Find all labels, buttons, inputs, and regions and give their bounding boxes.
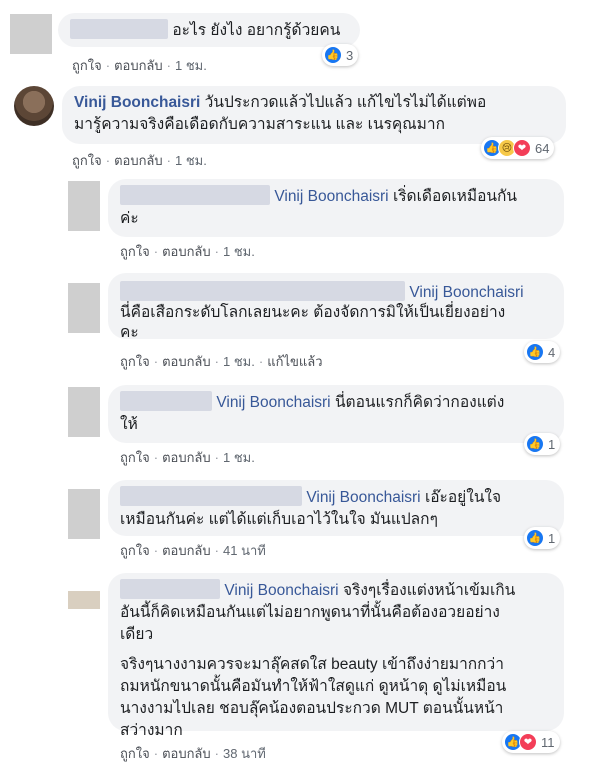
reaction-count: 11 [541,734,555,750]
avatar[interactable] [10,14,52,54]
reply-link[interactable]: ตอบกลับ [162,746,211,761]
reply-link[interactable]: ตอบกลับ [162,450,211,465]
avatar[interactable] [68,283,100,333]
reaction-summary[interactable]: 👍 😢 ❤ 64 [481,137,555,159]
mention-link[interactable]: Vinij Boonchaisri [306,489,420,506]
like-link[interactable]: ถูกใจ [120,543,150,558]
reply-text-line: จริงๆนางงามควรจะมาลุ๊คสดใส beauty เข้าถึ… [120,656,504,673]
reply-bubble: Vinij Boonchaisri เริ่ดเดือดเหมือนกัน ค่… [108,179,564,237]
like-link[interactable]: ถูกใจ [72,58,102,73]
reaction-summary[interactable]: 👍 1 [524,433,561,455]
reply-text-line: สว่างมาก [120,722,183,739]
reply-text-line: เอ๊ะอยู่ในใจ [424,489,502,506]
reply-link[interactable]: ตอบกลับ [162,354,211,369]
redacted-author [70,19,168,39]
reaction-count: 1 [548,436,556,452]
reply-actions: ถูกใจ · ตอบกลับ · 1 ชม. [120,244,255,259]
reply-link[interactable]: ตอบกลับ [162,543,211,558]
love-icon: ❤ [519,733,537,751]
reply-link[interactable]: ตอบกลับ [114,58,163,73]
reply-text-line: นี่คือเสือกระดับโลกเลยนะคะ ต้องจัดการมิใ… [120,304,506,321]
reply-text-line: เริ่ดเดือดเหมือนกัน [392,188,517,205]
redacted-author [120,391,212,411]
love-icon: ❤ [513,139,531,157]
timestamp[interactable]: 1 ชม. [175,58,207,73]
reply-actions: ถูกใจ · ตอบกลับ · 38 นาที [120,746,266,761]
mention-link[interactable]: Vinij Boonchaisri [224,582,338,599]
avatar[interactable] [14,86,54,126]
like-link[interactable]: ถูกใจ [120,244,150,259]
redacted-author [120,281,405,301]
like-icon: 👍 [526,343,544,361]
avatar[interactable] [68,181,100,231]
like-icon: 👍 [526,435,544,453]
reply-text-line: เดียว [120,626,154,643]
redacted-author [120,486,302,506]
reply-bubble: Vinij Boonchaisri เอ๊ะอยู่ในใจ เหมือนกัน… [108,480,564,536]
reaction-count: 3 [346,47,354,63]
redacted-author [120,185,270,205]
timestamp[interactable]: 1 ชม. [223,354,255,369]
comment-bubble: อะไร ยังไง อยากรู้ด้วยคน [58,13,360,47]
reply-text-line: เหมือนกันค่ะ แต่ได้แต่เก็บเอาไว้ในใจ มัน… [120,511,438,528]
timestamp[interactable]: 38 นาที [223,746,266,761]
avatar[interactable] [68,591,100,609]
reply-bubble: Vinij Boonchaisri นี่คือเสือกระดับโลกเลย… [108,273,564,341]
reply-text-line: ให้ [120,416,138,433]
reaction-summary[interactable]: 👍 1 [524,527,561,549]
mention-link[interactable]: Vinij Boonchaisri [274,188,388,205]
reply-actions: ถูกใจ · ตอบกลับ · 1 ชม. [120,450,255,465]
reply-bubble: Vinij Boonchaisri นี่ตอนแรกก็คิดว่ากองแต… [108,385,564,443]
reply-text-line: จริงๆเรื่องแต่งหน้าเข้มเกิน [342,582,516,599]
like-link[interactable]: ถูกใจ [120,354,150,369]
timestamp[interactable]: 1 ชม. [223,244,255,259]
comment-author[interactable]: Vinij Boonchaisri [74,94,200,111]
like-link[interactable]: ถูกใจ [120,746,150,761]
edited-link[interactable]: แก้ไขแล้ว [267,354,322,369]
comment-bubble: Vinij Boonchaisri วันประกวดแล้วไปแล้ว แก… [62,86,566,144]
comment-text-line: มารู้ความจริงคือเดือดกับความสาระแน และ เ… [74,116,445,133]
comment-actions: ถูกใจ · ตอบกลับ · 1 ชม. [72,58,207,73]
reply-link[interactable]: ตอบกลับ [114,153,163,168]
reaction-count: 4 [548,344,556,360]
reply-link[interactable]: ตอบกลับ [162,244,211,259]
reaction-count: 1 [548,530,556,546]
mention-link[interactable]: Vinij Boonchaisri [216,394,330,411]
avatar[interactable] [68,387,100,437]
reaction-count: 64 [535,140,550,156]
like-link[interactable]: ถูกใจ [120,450,150,465]
reply-text-line: นี่ตอนแรกก็คิดว่ากองแต่ง [334,394,505,411]
timestamp[interactable]: 1 ชม. [175,153,207,168]
reaction-summary[interactable]: 👍 ❤ 11 [502,731,560,753]
like-icon: 👍 [526,529,544,547]
comment-actions: ถูกใจ · ตอบกลับ · 1 ชม. [72,153,207,168]
reply-actions: ถูกใจ · ตอบกลับ · 41 นาที [120,543,266,558]
reaction-summary[interactable]: 👍 3 [322,44,359,66]
reply-text-line: คะ [120,324,139,341]
timestamp[interactable]: 1 ชม. [223,450,255,465]
mention-link[interactable]: Vinij Boonchaisri [409,284,523,301]
reply-actions: ถูกใจ · ตอบกลับ · 1 ชม. · แก้ไขแล้ว [120,354,323,369]
timestamp[interactable]: 41 นาที [223,543,266,558]
like-icon: 👍 [324,46,342,64]
comment-text-line: วันประกวดแล้วไปแล้ว แก้ไขไรไม่ได้แต่พอ [204,94,487,111]
reply-text-line: ค่ะ [120,210,139,227]
reply-bubble: Vinij Boonchaisri จริงๆเรื่องแต่งหน้าเข้… [108,573,564,739]
reply-text-line: นางงามไปเลย ชอบลุ๊คน้องตอนประกวด MUT ตอน… [120,700,504,717]
like-link[interactable]: ถูกใจ [72,153,102,168]
reply-text-line: อันนี้ก็คิดเหมือนกันแต่ไม่อยากพูดนาที่นั… [120,604,500,621]
avatar[interactable] [68,489,100,539]
reaction-summary[interactable]: 👍 4 [524,341,561,363]
reply-text-line: ถมหนักขนาดนั้นคือมันทำให้ฟ้าใสดูแก่ ดูหน… [120,678,507,695]
comment-text: อะไร ยังไง อยากรู้ด้วยคน [172,22,341,39]
redacted-author [120,579,220,599]
